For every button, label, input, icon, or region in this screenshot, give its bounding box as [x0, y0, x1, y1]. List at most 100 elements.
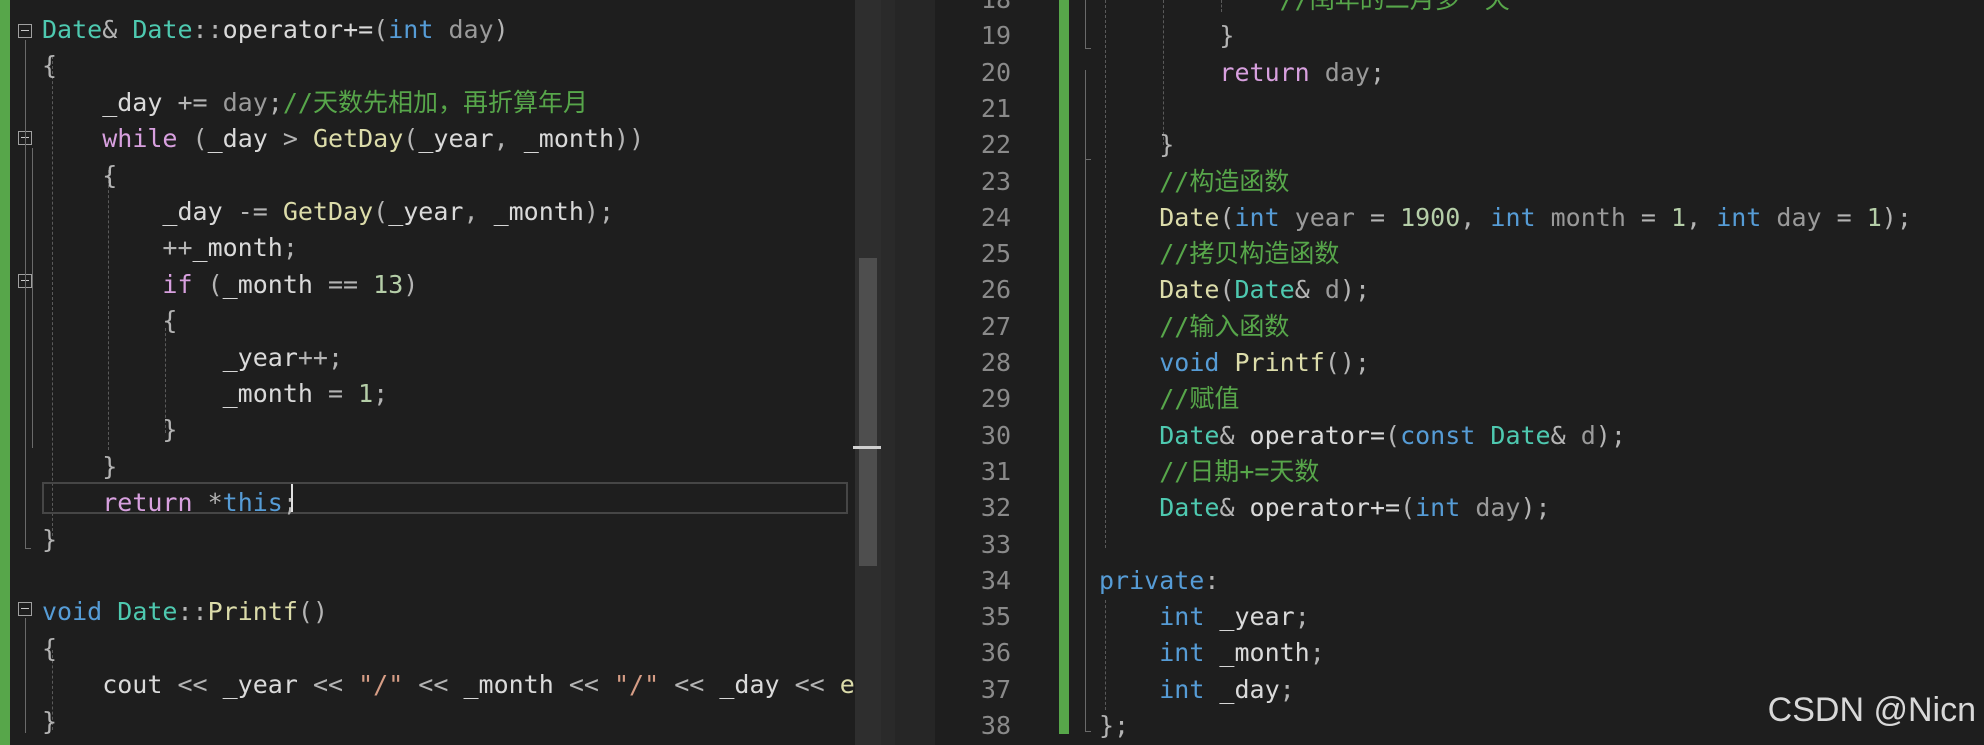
code-line[interactable]: while (_day > GetDay(_year, _month)): [42, 121, 644, 157]
code-token: {: [42, 51, 58, 81]
code-token: =: [327, 379, 359, 408]
code-token: _month: [493, 197, 584, 226]
code-token: day: [1324, 57, 1370, 87]
code-token: _day: [719, 670, 795, 700]
code-token: _year: [222, 670, 313, 700]
code-token: return: [102, 488, 193, 518]
collapse-toggle-icon[interactable]: [18, 24, 32, 38]
code-token: };: [1099, 711, 1130, 740]
code-token: this: [222, 488, 283, 518]
code-token: _month: [222, 269, 328, 299]
code-token: void: [42, 597, 103, 627]
code-token: int: [1159, 674, 1205, 704]
code-line[interactable]: int _year;: [1099, 599, 1310, 635]
outline-line: [1085, 731, 1091, 732]
line-number: 23: [980, 166, 1011, 196]
collapse-toggle-icon[interactable]: [18, 602, 32, 616]
code-line[interactable]: void Date::Printf(): [42, 594, 328, 630]
code-line[interactable]: }: [42, 704, 57, 740]
code-token: +=: [177, 87, 223, 117]
outline-line: [1085, 160, 1086, 732]
line-number: 25: [980, 239, 1011, 269]
code-line[interactable]: };: [1099, 708, 1129, 744]
code-line[interactable]: }: [42, 522, 57, 558]
code-line[interactable]: }: [1099, 127, 1174, 163]
outline-line: [25, 548, 31, 549]
code-token: int: [1415, 493, 1461, 523]
code-line[interactable]: {: [42, 158, 117, 194]
code-token: _year: [42, 342, 298, 372]
scrollbar-thumb[interactable]: [859, 258, 877, 566]
code-line[interactable]: _month = 1;: [42, 376, 389, 412]
code-line[interactable]: Date& operator=(const Date& d);: [1099, 418, 1626, 454]
code-token: month: [1535, 202, 1641, 232]
code-token: ::: [192, 15, 223, 44]
code-line[interactable]: {: [42, 48, 57, 84]
code-line[interactable]: cout << _year << "/" << _month << "/" <<…: [42, 667, 855, 703]
code-token: _year: [1204, 602, 1295, 632]
code-token: ++;: [297, 342, 344, 372]
code-token: ::: [177, 597, 208, 627]
code-line[interactable]: Date(Date& d);: [1099, 272, 1370, 308]
code-token: 1: [358, 379, 374, 408]
code-token: private: [1099, 565, 1205, 595]
code-line[interactable]: return day;: [1099, 55, 1385, 91]
code-token: _day: [42, 197, 238, 226]
code-line[interactable]: _year++;: [42, 340, 343, 376]
code-token: year: [1279, 202, 1370, 232]
code-line[interactable]: int _day;: [1099, 672, 1294, 708]
code-token: int: [1159, 638, 1205, 668]
code-token: int: [1159, 602, 1205, 632]
outline-line: [1085, 48, 1091, 49]
split-view-divider[interactable]: [881, 0, 895, 745]
code-token: }: [1099, 21, 1235, 51]
code-line[interactable]: void Printf();: [1099, 345, 1370, 381]
code-token: //天数先相加，再折算年月: [282, 87, 588, 117]
code-line[interactable]: int _month;: [1099, 635, 1325, 671]
code-line[interactable]: //构造函数: [1099, 164, 1289, 200]
code-line[interactable]: //赋值: [1099, 381, 1239, 417]
code-token: _day: [1204, 674, 1280, 704]
code-line[interactable]: {: [42, 631, 57, 667]
code-line[interactable]: ++_month;: [42, 230, 297, 266]
line-number: 21: [980, 93, 1011, 123]
code-line[interactable]: private:: [1099, 563, 1219, 599]
code-token: (: [1385, 420, 1401, 450]
code-line[interactable]: _day -= GetDay(_year, _month);: [42, 194, 614, 230]
code-token: ,: [1686, 202, 1717, 232]
code-token: <<: [177, 670, 223, 700]
code-line[interactable]: if (_month == 13): [42, 267, 418, 303]
code-line[interactable]: {: [42, 303, 177, 339]
code-token: >: [282, 124, 313, 154]
change-indicator-bar: [0, 0, 10, 745]
code-token: )): [614, 124, 645, 154]
code-token: Date: [117, 597, 178, 627]
right-editor-pane[interactable]: 18 //闰年的二月多一天19 }20 return day;2122 }23 …: [935, 0, 1984, 745]
code-token: Printf: [207, 597, 298, 627]
code-line[interactable]: _day += day;//天数先相加，再折算年月: [42, 85, 588, 121]
code-line[interactable]: //日期+=天数: [1099, 454, 1319, 490]
code-line[interactable]: }: [42, 449, 117, 485]
code-line[interactable]: }: [42, 412, 177, 448]
code-line[interactable]: //输入函数: [1099, 309, 1289, 345]
code-token: _month: [1204, 638, 1310, 668]
code-token: Date: [42, 15, 103, 44]
code-line[interactable]: //闰年的二月多一天: [1099, 0, 1510, 18]
code-line[interactable]: Date& operator+=(int day);: [1099, 490, 1550, 526]
code-line[interactable]: }: [1099, 18, 1234, 54]
code-line[interactable]: Date(int year = 1900, int month = 1, int…: [1099, 200, 1912, 236]
code-token: d: [1324, 275, 1340, 305]
left-editor-pane[interactable]: Date& Date::operator+=(int day){ _day +=…: [0, 0, 855, 745]
code-token: day: [222, 87, 268, 117]
code-line[interactable]: Date& Date::operator+=(int day): [42, 12, 509, 48]
code-token: {: [42, 306, 178, 336]
code-line[interactable]: //拷贝构造函数: [1099, 236, 1339, 272]
code-line[interactable]: return *this;: [42, 485, 298, 521]
code-token: int: [1234, 202, 1280, 232]
code-token: (: [192, 269, 223, 299]
